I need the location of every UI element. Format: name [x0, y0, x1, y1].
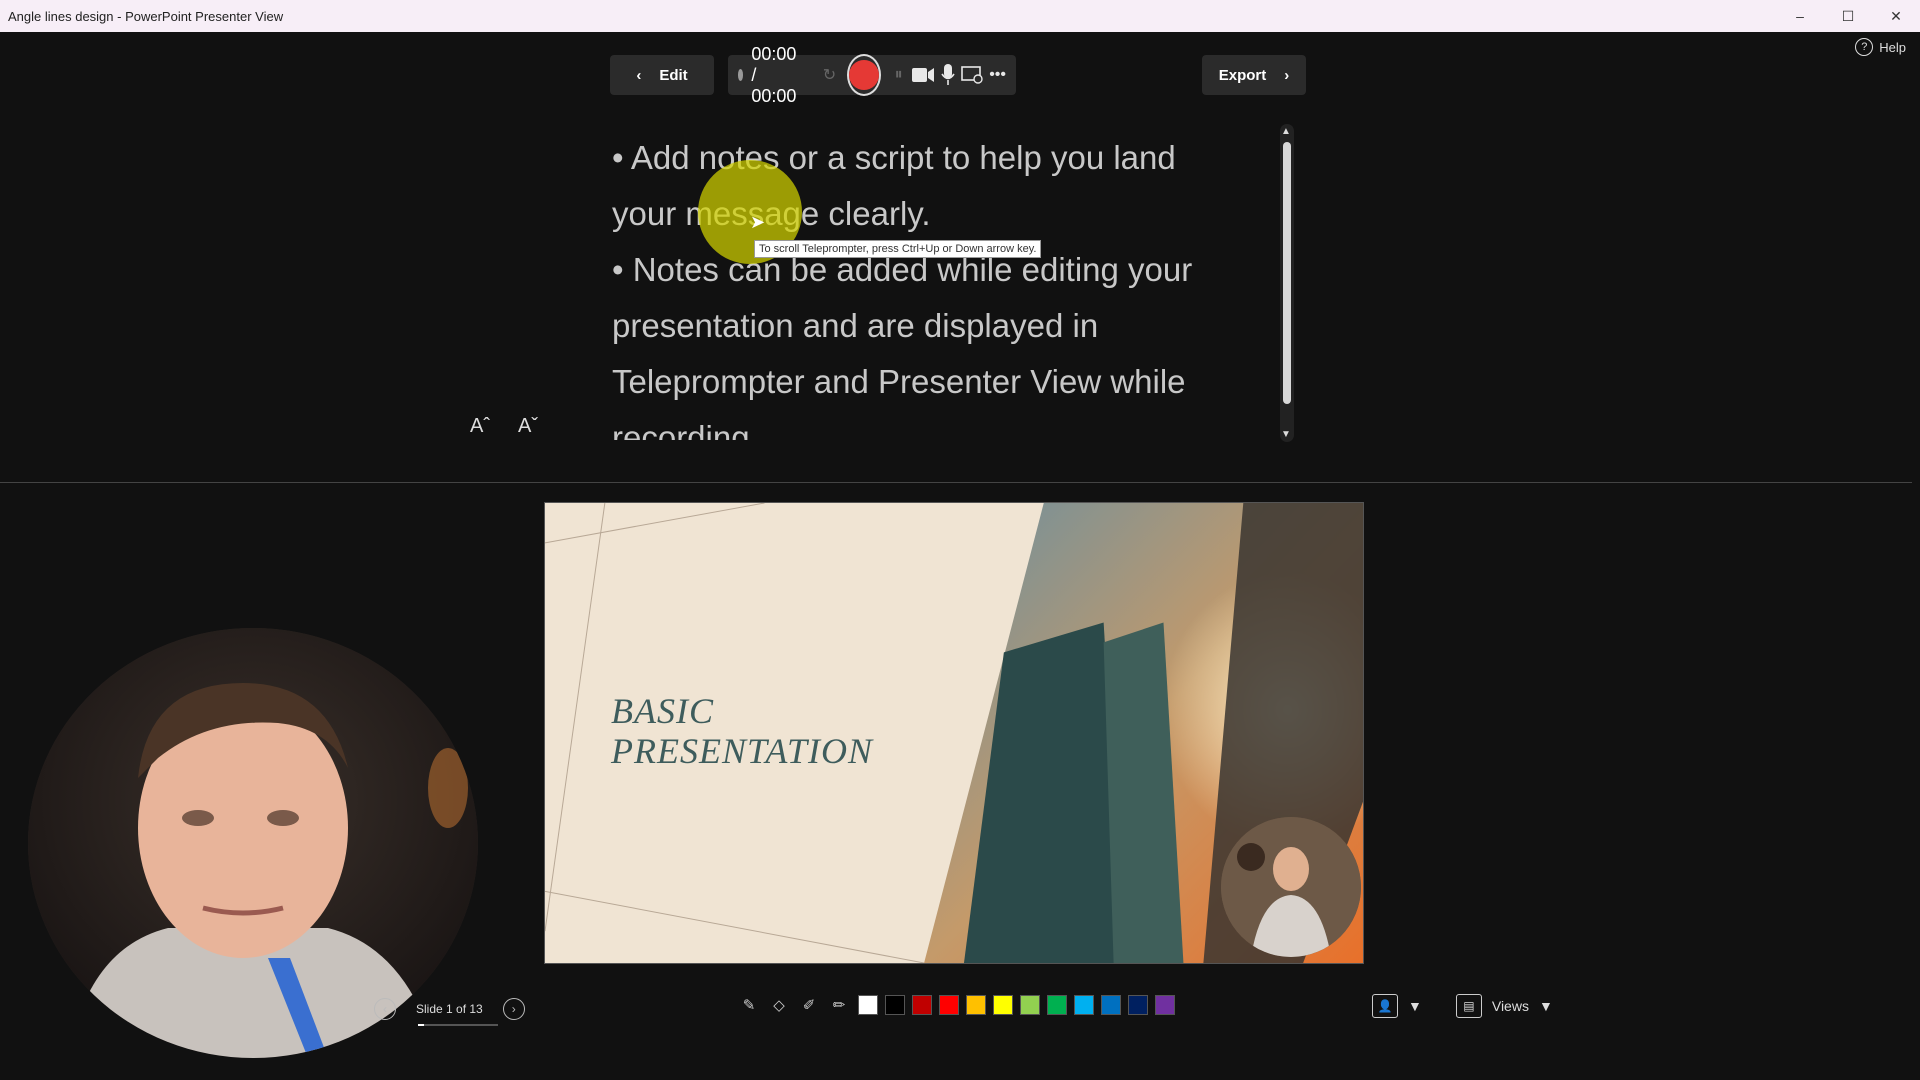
pen-icon[interactable]: ✎	[738, 994, 760, 1016]
slide-title-line-2: PRESENTATION	[611, 731, 873, 771]
help-icon: ?	[1855, 38, 1874, 56]
views-icon[interactable]: ▤	[1455, 994, 1482, 1018]
chevron-right-icon: ›	[1284, 66, 1290, 84]
views-button[interactable]: Views	[1492, 998, 1529, 1014]
color-swatch-2[interactable]	[885, 995, 905, 1015]
color-swatch-3[interactable]	[912, 995, 932, 1015]
decrease-font-button[interactable]: Aˇ	[518, 415, 538, 438]
scroll-up-icon[interactable]: ▲	[1281, 126, 1291, 137]
color-swatch-8[interactable]	[1047, 995, 1067, 1015]
webcam-preview	[28, 628, 478, 1058]
pause-icon[interactable]: ⏸	[891, 58, 906, 92]
slide-camera-inset	[1221, 817, 1361, 957]
color-swatch-9[interactable]	[1074, 995, 1094, 1015]
next-slide-icon[interactable]: ›	[502, 998, 525, 1020]
minimize-button[interactable]: –	[1776, 0, 1824, 32]
color-swatches	[858, 995, 1175, 1015]
camera-mode-dropdown-icon[interactable]: ▼	[1408, 998, 1422, 1014]
divider	[0, 482, 1912, 483]
edit-label: Edit	[659, 66, 688, 84]
record-button[interactable]	[847, 54, 882, 96]
color-swatch-7[interactable]	[1020, 995, 1040, 1015]
window-title: Angle lines design - PowerPoint Presente…	[8, 8, 284, 24]
tooltip: To scroll Teleprompter, press Ctrl+Up or…	[754, 240, 1042, 258]
slide-progress-fill	[418, 1024, 425, 1026]
highlighter-icon[interactable]: ✏	[828, 994, 850, 1016]
notes-line-2: • Notes can be added while editing your …	[612, 251, 1193, 440]
slide-title-line-1: BASIC	[611, 691, 714, 731]
help-button[interactable]: ? Help	[1855, 38, 1906, 56]
font-size-controls: Aˆ Aˇ	[470, 415, 538, 438]
increase-font-button[interactable]: Aˆ	[470, 415, 490, 438]
record-icon	[849, 60, 880, 90]
previous-slide-icon[interactable]: ‹	[374, 998, 396, 1020]
eraser-icon[interactable]: ◇	[768, 994, 790, 1016]
slide-preview[interactable]: BASIC PRESENTATION	[544, 502, 1364, 964]
chevron-left-icon: ‹	[636, 66, 642, 84]
color-swatch-11[interactable]	[1128, 995, 1148, 1015]
color-swatch-6[interactable]	[993, 995, 1013, 1015]
slide-title: BASIC PRESENTATION	[611, 691, 873, 771]
maximize-button[interactable]: ☐	[1824, 0, 1872, 32]
color-swatch-4[interactable]	[939, 995, 959, 1015]
title-bar: Angle lines design - PowerPoint Presente…	[0, 0, 1920, 32]
screen-options-icon[interactable]	[961, 58, 983, 92]
color-swatch-12[interactable]	[1155, 995, 1175, 1015]
camera-mode-icon[interactable]: 👤	[1372, 994, 1398, 1018]
ink-tools: ✎ ◇ ✐ ✏	[738, 994, 1175, 1016]
scroll-down-icon[interactable]: ▼	[1281, 429, 1291, 440]
views-dropdown-icon[interactable]: ▼	[1539, 998, 1553, 1014]
recording-controls: 00:00 / 00:00 ↻ ⏸ •••	[728, 44, 1016, 106]
slide-counter: Slide 1 of 13	[416, 1002, 483, 1016]
timer: 00:00 / 00:00	[751, 43, 797, 106]
status-dot-icon	[738, 69, 744, 81]
mouse-cursor-icon: ➤	[750, 212, 766, 232]
slide-progress	[418, 1024, 498, 1026]
help-label: Help	[1879, 39, 1906, 55]
edit-button[interactable]: ‹ Edit	[610, 55, 714, 95]
pen-highlighter-icon[interactable]: ✐	[798, 994, 820, 1016]
camera-icon[interactable]	[912, 58, 935, 92]
reset-icon[interactable]: ↻	[822, 58, 837, 92]
export-label: Export	[1218, 66, 1267, 84]
color-swatch-1[interactable]	[858, 995, 878, 1015]
teleprompter-notes[interactable]: • Add notes or a script to help you land…	[612, 130, 1232, 440]
notes-scrollbar[interactable]: ▲ ▼	[1280, 124, 1294, 442]
view-controls: 👤 ▼ ▤ Views ▼	[1372, 994, 1553, 1018]
microphone-icon[interactable]	[940, 58, 955, 92]
close-button[interactable]: ✕	[1872, 0, 1920, 32]
scrollbar-thumb[interactable]	[1283, 142, 1291, 404]
color-swatch-5[interactable]	[966, 995, 986, 1015]
more-icon[interactable]: •••	[989, 58, 1006, 92]
export-button[interactable]: Export ›	[1202, 55, 1306, 95]
slide-navigation: ‹ Slide 1 of 13 ›	[374, 998, 525, 1020]
color-swatch-10[interactable]	[1101, 995, 1121, 1015]
